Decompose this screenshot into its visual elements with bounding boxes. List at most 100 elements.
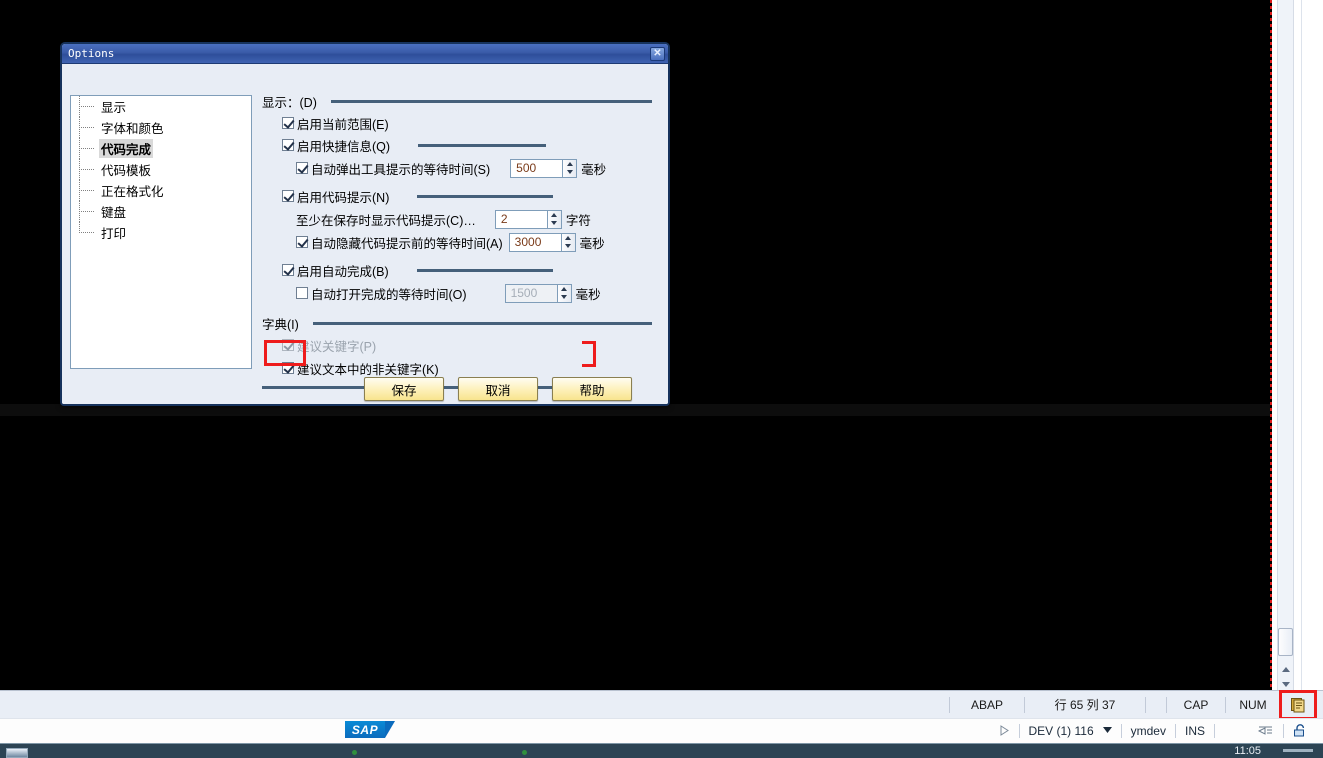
checkbox-tooltip-delay[interactable]: [296, 162, 308, 174]
spinner-up-icon[interactable]: [563, 160, 576, 169]
checkbox-enable-quick-info[interactable]: [282, 139, 294, 151]
cancel-button[interactable]: 取消: [458, 377, 538, 401]
settings-pane: 显示：(D) 启用当前范围(E) 启用快捷信息(Q) 自动弹出工具提示的等待时间…: [262, 92, 662, 389]
row-suggest-non-keywords[interactable]: 建议文本中的非关键字(K): [282, 359, 662, 377]
label-tooltip-delay: 自动弹出工具提示的等待时间(S): [311, 162, 491, 177]
tree-item-formatting[interactable]: 正在格式化: [71, 180, 251, 201]
spinner-autohide-value[interactable]: 3000: [508, 232, 561, 252]
status-num: NUM: [1239, 697, 1267, 712]
row-enable-code-hint[interactable]: 启用代码提示(N): [282, 187, 662, 205]
tree-item-label: 正在格式化: [101, 185, 164, 199]
tree-dash: [79, 106, 94, 107]
tree-item-code-completion[interactable]: 代码完成: [71, 138, 251, 159]
checkbox-suggest-non-keywords[interactable]: [282, 362, 294, 374]
tree-dash: [79, 169, 94, 170]
label-enable-quick-info: 启用快捷信息(Q): [297, 139, 391, 154]
spinner-autoopen-delay: 1500: [504, 283, 572, 303]
tray-icon-green[interactable]: [352, 750, 357, 755]
label-enable-current-scope: 启用当前范围(E): [297, 117, 389, 132]
ide-status-bar: ABAP 行 65 列 37 CAP NUM: [0, 689, 1323, 720]
help-button[interactable]: 帮助: [552, 377, 632, 401]
spinner-autohide-delay[interactable]: 3000: [508, 232, 576, 252]
tree-item-fonts-colors[interactable]: 字体和颜色: [71, 117, 251, 138]
scroll-up-arrow-icon[interactable]: [1278, 662, 1293, 677]
spinner-down-icon[interactable]: [562, 242, 575, 251]
play-icon[interactable]: [990, 725, 1019, 736]
dictionary-group-title: 字典(I): [262, 317, 299, 332]
spinner-autoopen-value: 1500: [504, 283, 557, 303]
checkbox-autohide-delay[interactable]: [296, 236, 308, 248]
vertical-scrollbar-thumb[interactable]: [1278, 628, 1293, 656]
spinner-down-icon: [558, 293, 571, 302]
tree-item-display[interactable]: 显示: [71, 96, 251, 117]
tree-dash: [79, 232, 94, 233]
sap-insert-mode[interactable]: INS: [1176, 724, 1214, 738]
row-autoopen-delay[interactable]: 自动打开完成的等待时间(O) 1500 毫秒: [296, 283, 662, 303]
row-enable-current-scope[interactable]: 启用当前范围(E): [282, 114, 662, 132]
label-autoopen-delay: 自动打开完成的等待时间(O): [311, 287, 467, 302]
spinner-tooltip-delay-buttons[interactable]: [562, 158, 578, 178]
row-min-chars[interactable]: 至少在保存时显示代码提示(C)… 2 字符: [296, 209, 662, 229]
status-caps: CAP: [1183, 697, 1209, 712]
spinner-up-icon: [558, 285, 571, 294]
quick-info-divider: [418, 143, 547, 147]
settings-category-tree[interactable]: 显示 字体和颜色 代码完成 代码模板 正在格式化 键盘 打印: [70, 95, 252, 369]
taskbar-clock: 11:05: [1234, 745, 1261, 757]
checkbox-enable-autocomplete[interactable]: [282, 264, 294, 276]
spinner-min-chars-buttons[interactable]: [546, 209, 562, 229]
tree-item-keyboard[interactable]: 键盘: [71, 201, 251, 222]
tree-item-printing[interactable]: 打印: [71, 222, 251, 243]
dialog-titlebar[interactable]: Options ✕: [62, 44, 668, 64]
row-suggest-keywords: 建议关键字(P): [282, 336, 662, 354]
row-tooltip-delay[interactable]: 自动弹出工具提示的等待时间(S) 500 毫秒: [296, 158, 662, 178]
label-suggest-non-keywords: 建议文本中的非关键字(K): [297, 362, 439, 377]
row-enable-autocomplete[interactable]: 启用自动完成(B): [282, 261, 662, 279]
unlock-icon[interactable]: [1284, 724, 1317, 737]
sap-logo: SAP: [345, 721, 395, 738]
clipboard-icon[interactable]: [1290, 697, 1306, 713]
group-divider: [330, 99, 652, 103]
tree-item-label: 键盘: [101, 206, 127, 220]
spinner-down-icon[interactable]: [563, 168, 576, 177]
tree-item-code-templates[interactable]: 代码模板: [71, 159, 251, 180]
tray-icon-green-2[interactable]: [522, 750, 527, 755]
spinner-autohide-buttons[interactable]: [560, 232, 576, 252]
spinner-tooltip-delay-value[interactable]: 500: [510, 158, 563, 178]
tree-item-label: 显示: [101, 101, 127, 115]
label-min-chars: 至少在保存时显示代码提示(C)…: [296, 213, 476, 228]
label-enable-autocomplete: 启用自动完成(B): [297, 264, 389, 279]
sap-divider: [1214, 723, 1215, 738]
spinner-up-icon[interactable]: [548, 211, 561, 220]
chevron-down-icon[interactable]: [1102, 727, 1121, 734]
checkbox-enable-code-hint[interactable]: [282, 190, 294, 202]
sap-system[interactable]: DEV (1) 116: [1020, 724, 1103, 738]
checkbox-enable-current-scope[interactable]: [282, 117, 294, 129]
unit-autoopen-delay: 毫秒: [575, 287, 601, 302]
start-button-icon[interactable]: [6, 748, 28, 758]
spinner-down-icon[interactable]: [548, 219, 561, 228]
group-divider: [312, 321, 652, 325]
status-blank: [1146, 691, 1166, 719]
sap-status-right: DEV (1) 116 ymdev INS: [990, 718, 1318, 743]
spinner-min-chars-value[interactable]: 2: [494, 209, 547, 229]
checkbox-autoopen-delay[interactable]: [296, 287, 308, 299]
annotation-highlight-status-icon: [1279, 689, 1317, 720]
row-enable-quick-info[interactable]: 启用快捷信息(Q): [282, 136, 662, 154]
spinner-up-icon[interactable]: [562, 234, 575, 243]
label-autohide-delay: 自动隐藏代码提示前的等待时间(A): [311, 236, 503, 251]
unit-autohide-delay: 毫秒: [579, 236, 605, 251]
spinner-min-chars[interactable]: 2: [494, 209, 562, 229]
code-hint-divider: [417, 194, 554, 198]
spinner-autoopen-buttons: [556, 283, 572, 303]
taskbar-show-desktop[interactable]: [1283, 749, 1313, 752]
tab-indent-icon[interactable]: [1249, 725, 1283, 737]
close-icon[interactable]: ✕: [650, 46, 665, 61]
status-language: ABAP: [970, 697, 1003, 712]
tree-dash: [79, 190, 94, 191]
row-autohide-delay[interactable]: 自动隐藏代码提示前的等待时间(A) 3000 毫秒: [296, 232, 662, 252]
display-group-title: 显示：(D): [262, 95, 317, 110]
save-button[interactable]: 保存: [364, 377, 444, 401]
tree-item-label: 代码模板: [101, 164, 152, 178]
spinner-tooltip-delay[interactable]: 500: [510, 158, 578, 178]
vertical-scrollbar[interactable]: [1277, 0, 1294, 690]
